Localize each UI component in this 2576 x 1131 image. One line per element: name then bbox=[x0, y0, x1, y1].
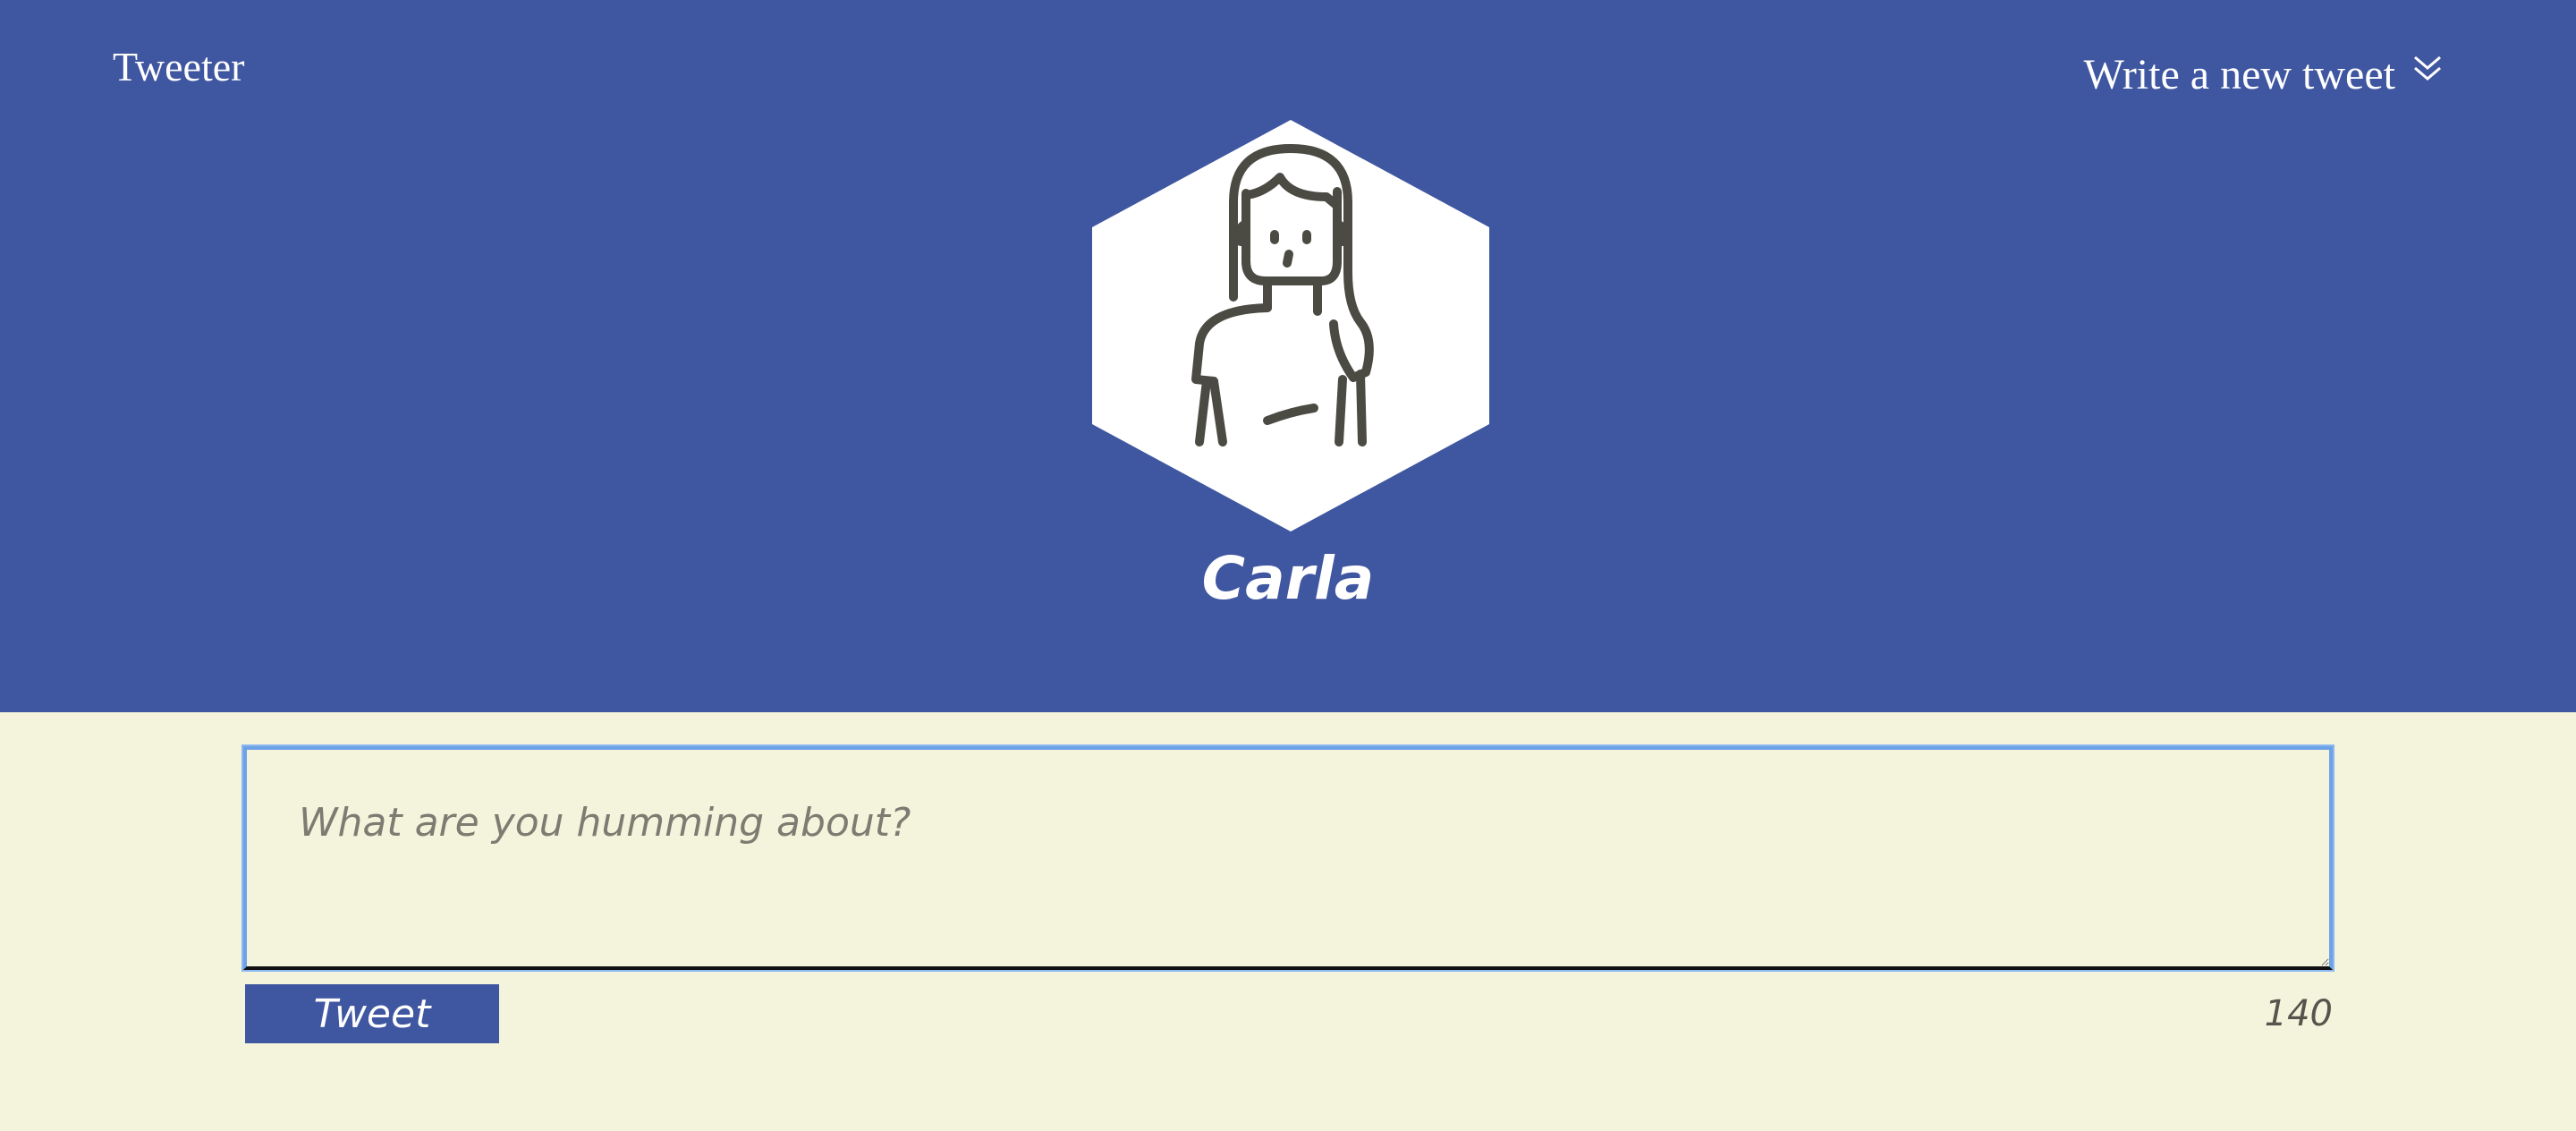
tweet-submit-button[interactable]: Tweet bbox=[245, 984, 499, 1043]
character-counter: 140 bbox=[2264, 993, 2333, 1034]
write-new-tweet-label: Write a new tweet bbox=[2083, 51, 2395, 98]
user-avatar bbox=[1092, 120, 1489, 531]
avatar-hexagon bbox=[1092, 120, 1489, 531]
double-chevron-down-icon bbox=[2414, 55, 2441, 81]
tweet-composer: Tweet 140 bbox=[243, 746, 2333, 1043]
write-new-tweet-toggle[interactable]: Write a new tweet bbox=[2083, 50, 2444, 99]
tweet-textarea[interactable] bbox=[243, 746, 2333, 970]
profile-header: Tweeter Write a new tweet Carla bbox=[0, 0, 2576, 712]
composer-footer: Tweet 140 bbox=[243, 984, 2333, 1043]
profile-name: Carla bbox=[1201, 544, 1375, 613]
brand-logo[interactable]: Tweeter bbox=[113, 43, 244, 90]
